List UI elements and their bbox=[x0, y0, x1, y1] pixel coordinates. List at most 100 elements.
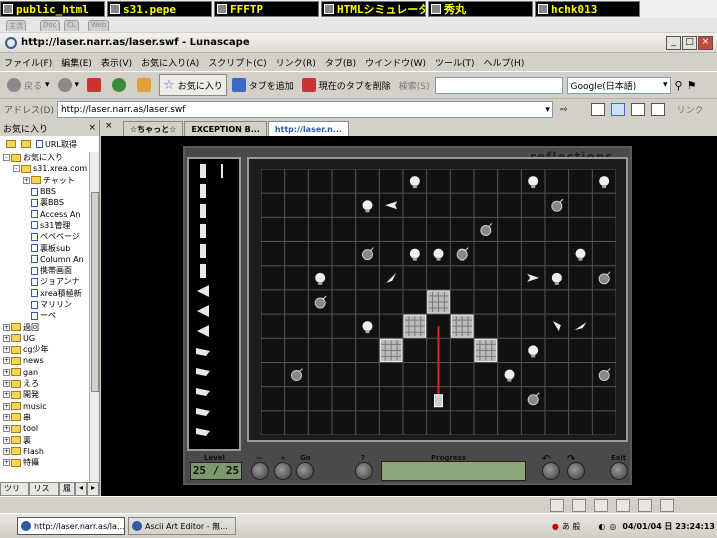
expand-icon[interactable]: + bbox=[3, 346, 10, 354]
exit-button[interactable] bbox=[610, 462, 628, 480]
scroll-left-icon[interactable]: ◂ bbox=[74, 482, 87, 496]
status-icon-3[interactable] bbox=[594, 499, 608, 512]
status-icon-1[interactable] bbox=[550, 499, 564, 512]
tree-item[interactable]: Access An bbox=[0, 208, 99, 219]
status-icon-2[interactable] bbox=[572, 499, 586, 512]
document-tab[interactable]: EXCEPTION B... bbox=[184, 121, 267, 136]
expand-icon[interactable]: + bbox=[3, 368, 10, 376]
close-tab-button[interactable]: 現在のタブを削除 bbox=[299, 74, 394, 96]
document-tab[interactable]: http://laser.n... bbox=[267, 121, 349, 136]
layout-sidebar-icon[interactable] bbox=[610, 103, 625, 116]
tray-app-icon[interactable]: ● bbox=[552, 522, 559, 531]
highlight-icon[interactable]: ⚑ bbox=[687, 79, 697, 92]
collapse-icon[interactable]: - bbox=[13, 165, 20, 173]
layout-single-icon[interactable] bbox=[590, 103, 605, 116]
expand-icon[interactable]: + bbox=[3, 380, 10, 388]
forward-button[interactable]: ▾ bbox=[55, 74, 83, 96]
sidebar-scrollbar[interactable] bbox=[89, 152, 99, 482]
home-button[interactable] bbox=[134, 74, 157, 96]
tree-item[interactable]: + チャット bbox=[0, 175, 99, 186]
search-icon[interactable]: ⚲ bbox=[675, 79, 683, 92]
menu-item[interactable]: ファイル(F) bbox=[4, 56, 52, 69]
menu-item[interactable]: ツール(T) bbox=[435, 56, 475, 69]
tree-item[interactable]: s31管理 bbox=[0, 220, 99, 231]
menu-item[interactable]: ウインドウ(W) bbox=[365, 56, 426, 69]
tree-item[interactable]: + 過回 bbox=[0, 321, 99, 332]
launcher-item[interactable]: 秀丸 bbox=[428, 1, 533, 17]
open-folder-icon[interactable] bbox=[21, 140, 31, 148]
go-button[interactable] bbox=[296, 462, 314, 480]
new-folder-icon[interactable] bbox=[6, 140, 16, 148]
expand-icon[interactable]: + bbox=[3, 425, 10, 433]
tree-item[interactable]: ぺぺページ bbox=[0, 231, 99, 242]
expand-icon[interactable]: + bbox=[3, 413, 10, 421]
menu-item[interactable]: リンク(R) bbox=[276, 56, 316, 69]
go-icon[interactable]: ⇨ bbox=[557, 99, 571, 121]
launcher-tab[interactable]: 主流 bbox=[6, 20, 26, 31]
menu-item[interactable]: タブ(B) bbox=[325, 56, 356, 69]
tree-item[interactable]: + Flash bbox=[0, 446, 99, 457]
expand-icon[interactable]: + bbox=[3, 459, 10, 467]
launcher-item[interactable]: s31.pepe bbox=[107, 1, 212, 17]
tree-item[interactable]: - お気に入り bbox=[0, 152, 99, 163]
tree-item[interactable]: 裏板sub bbox=[0, 242, 99, 253]
add-tab-button[interactable]: タブを追加 bbox=[229, 74, 297, 96]
close-button[interactable]: × bbox=[698, 36, 713, 50]
piece-palette[interactable] bbox=[187, 157, 241, 451]
tree-item[interactable]: マリリン bbox=[0, 299, 99, 310]
board-grid[interactable] bbox=[261, 169, 616, 435]
tree-item[interactable]: + music bbox=[0, 401, 99, 412]
expand-icon[interactable]: + bbox=[3, 402, 10, 410]
launcher-item[interactable]: HTMLシミュレータ bbox=[321, 1, 426, 17]
tree-item[interactable]: + news bbox=[0, 355, 99, 366]
tree-item[interactable]: xrea積極新 bbox=[0, 288, 99, 299]
document-tab[interactable]: ☆ちゃっと☆ bbox=[123, 121, 184, 136]
level-plus-button[interactable] bbox=[274, 462, 292, 480]
expand-icon[interactable]: + bbox=[3, 436, 10, 444]
stop-button[interactable] bbox=[84, 74, 107, 96]
launcher-item[interactable]: hchk013 bbox=[535, 1, 640, 17]
game-board[interactable] bbox=[247, 157, 628, 442]
menu-item[interactable]: お気に入り(A) bbox=[141, 56, 199, 69]
menu-item[interactable]: 編集(E) bbox=[61, 56, 92, 69]
menu-item[interactable]: スクリプト(C) bbox=[208, 56, 266, 69]
undo-button[interactable] bbox=[542, 462, 560, 480]
taskbar-task[interactable]: http://laser.narr.as/la... bbox=[17, 517, 125, 535]
tree-item[interactable]: + 串 bbox=[0, 412, 99, 423]
layout-split-icon[interactable] bbox=[630, 103, 645, 116]
sidebar-tab[interactable]: リスト bbox=[29, 482, 59, 504]
tree-item[interactable]: 携帯画面 bbox=[0, 265, 99, 276]
tree-item[interactable]: - s31.xrea.com bbox=[0, 163, 99, 174]
tree-item[interactable]: BBS bbox=[0, 186, 99, 197]
tree-item[interactable]: + 裏 bbox=[0, 434, 99, 445]
launcher-tab[interactable]: Web bbox=[88, 20, 110, 31]
scroll-right-icon[interactable]: ▸ bbox=[86, 482, 99, 496]
level-minus-button[interactable] bbox=[251, 462, 269, 480]
scroll-thumb[interactable] bbox=[91, 192, 99, 392]
tree-item[interactable]: + cg少年 bbox=[0, 344, 99, 355]
expand-icon[interactable]: + bbox=[3, 334, 10, 342]
menu-item[interactable]: ヘルプ(H) bbox=[484, 56, 525, 69]
maximize-button[interactable]: □ bbox=[682, 36, 697, 50]
launcher-item[interactable]: public_html bbox=[0, 1, 105, 17]
tree-item[interactable]: + gan bbox=[0, 367, 99, 378]
tree-item[interactable]: + UG bbox=[0, 333, 99, 344]
back-button[interactable]: 戻る ▾ bbox=[4, 74, 53, 96]
sidebar-tab[interactable]: ツリー bbox=[0, 482, 30, 504]
launcher-tab[interactable]: Doc bbox=[40, 20, 60, 31]
tree-item[interactable]: 裏BBS bbox=[0, 197, 99, 208]
status-icon-6[interactable] bbox=[660, 499, 674, 512]
layout-grid-icon[interactable] bbox=[650, 103, 665, 116]
tab-close-icon[interactable]: × bbox=[105, 121, 119, 135]
favorites-button[interactable]: ☆ お気に入り bbox=[159, 74, 227, 96]
expand-icon[interactable]: + bbox=[23, 176, 30, 184]
expand-icon[interactable]: + bbox=[3, 357, 10, 365]
links-button[interactable]: リンク bbox=[677, 103, 704, 116]
launcher-tab[interactable]: CL bbox=[64, 20, 79, 31]
status-icon-4[interactable] bbox=[616, 499, 630, 512]
volume-icon[interactable]: ◐ bbox=[598, 522, 605, 531]
url-fetch-button[interactable]: URL取得 bbox=[45, 139, 77, 150]
tree-item[interactable]: + tool bbox=[0, 423, 99, 434]
network-icon[interactable]: ◎ bbox=[609, 522, 616, 531]
minimize-button[interactable]: _ bbox=[666, 36, 681, 50]
